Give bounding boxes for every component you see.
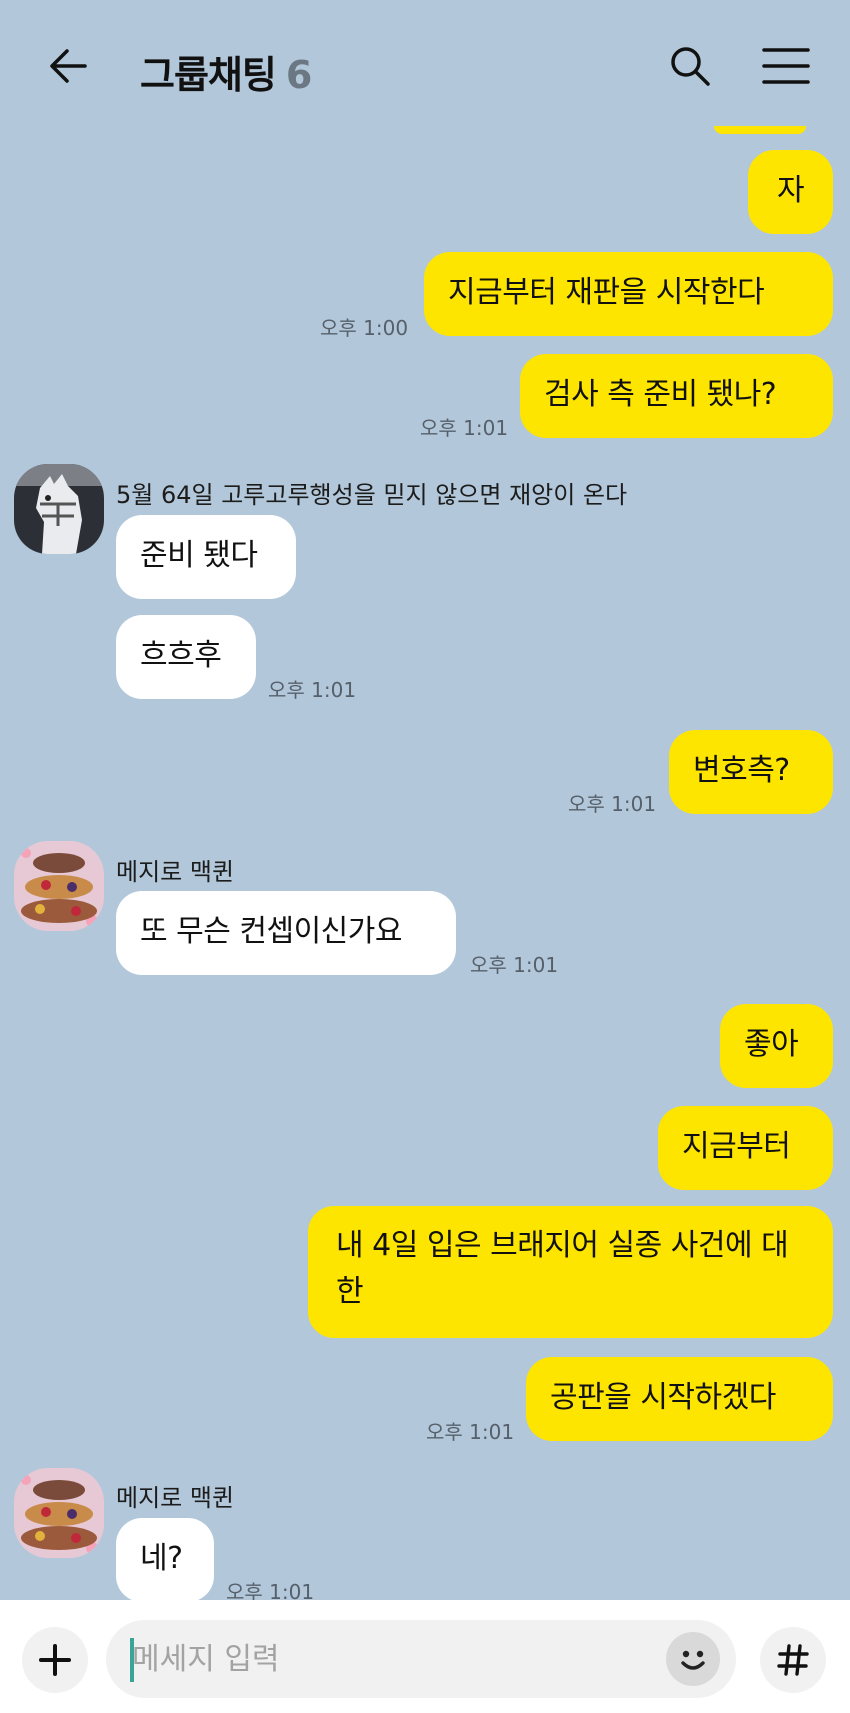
emoji-button[interactable] (666, 1632, 720, 1686)
sender-name: 메지로 맥퀸 (116, 1484, 235, 1512)
message-time: 오후 1:01 (568, 792, 657, 816)
my-message-bubble[interactable]: 자 (748, 150, 833, 234)
smiley-icon (681, 1650, 705, 1670)
back-button[interactable] (40, 38, 96, 94)
message-text: 공판을 시작하겠다 (550, 1380, 776, 1415)
my-message-bubble[interactable]: 지금부터 (658, 1106, 833, 1190)
chat-title-text: 그룹채팅 (140, 53, 277, 97)
partial-message-bubble (714, 126, 806, 134)
other-message-bubble[interactable]: 흐흐후 (116, 615, 256, 699)
message-text: 흐흐후 (140, 638, 222, 673)
message-time: 오후 1:01 (420, 416, 509, 440)
my-message-bubble[interactable]: 지금부터 재판을 시작한다 (424, 252, 833, 336)
message-text: 또 무슨 컨셉이신가요 (140, 914, 402, 949)
message-input[interactable] (106, 1620, 736, 1698)
my-message-bubble[interactable]: 검사 측 준비 됐나? (520, 354, 833, 438)
text-cursor (130, 1638, 134, 1682)
my-message-bubble[interactable]: 내 4일 입은 브래지어 실종 사건에 대한 (308, 1206, 833, 1338)
message-input-bar (0, 1600, 850, 1713)
white-horse-avatar[interactable] (14, 464, 104, 554)
message-text: 변호측? (693, 753, 790, 788)
chat-header: 그룹채팅 6 (0, 0, 850, 130)
message-time: 오후 1:01 (268, 678, 357, 702)
message-text: 내 4일 입은 브래지어 실종 사건에 대한 (336, 1228, 789, 1309)
dessert-tray-avatar[interactable] (14, 841, 104, 931)
search-icon (671, 47, 710, 86)
my-message-bubble[interactable]: 변호측? (669, 730, 833, 814)
sender-name: 메지로 맥퀸 (116, 858, 235, 886)
back-arrow-icon (50, 49, 87, 83)
sender-name: 5월 64일 고루고루행성을 믿지 않으면 재앙이 온다 (116, 481, 628, 509)
my-message-bubble[interactable]: 공판을 시작하겠다 (526, 1357, 833, 1441)
message-time: 오후 1:00 (320, 316, 409, 340)
message-time: 오후 1:01 (426, 1420, 515, 1444)
other-message-bubble[interactable]: 준비 됐다 (116, 515, 296, 599)
my-message-bubble[interactable]: 좋아 (720, 1004, 833, 1088)
message-text: 네? (140, 1541, 183, 1576)
dessert-tray-avatar[interactable] (14, 1468, 104, 1558)
message-text: 자 (776, 173, 805, 208)
plus-icon (39, 1644, 71, 1676)
menu-button[interactable] (758, 40, 814, 92)
other-message-bubble[interactable]: 또 무슨 컨셉이신가요 (116, 891, 456, 975)
message-text: 검사 측 준비 됐나? (544, 377, 777, 412)
hashtag-icon (777, 1644, 809, 1676)
message-text: 준비 됐다 (140, 538, 258, 573)
message-text: 좋아 (744, 1027, 799, 1062)
hashtag-search-button[interactable] (760, 1627, 826, 1693)
chat-title: 그룹채팅 6 (140, 44, 312, 99)
member-count: 6 (285, 53, 312, 97)
message-text: 지금부터 (682, 1129, 791, 1164)
search-button[interactable] (662, 38, 718, 94)
message-time: 오후 1:01 (470, 953, 559, 977)
hamburger-menu-icon (762, 48, 810, 84)
attach-button[interactable] (22, 1627, 88, 1693)
message-text: 지금부터 재판을 시작한다 (448, 275, 765, 310)
other-message-bubble[interactable]: 네? (116, 1518, 214, 1602)
